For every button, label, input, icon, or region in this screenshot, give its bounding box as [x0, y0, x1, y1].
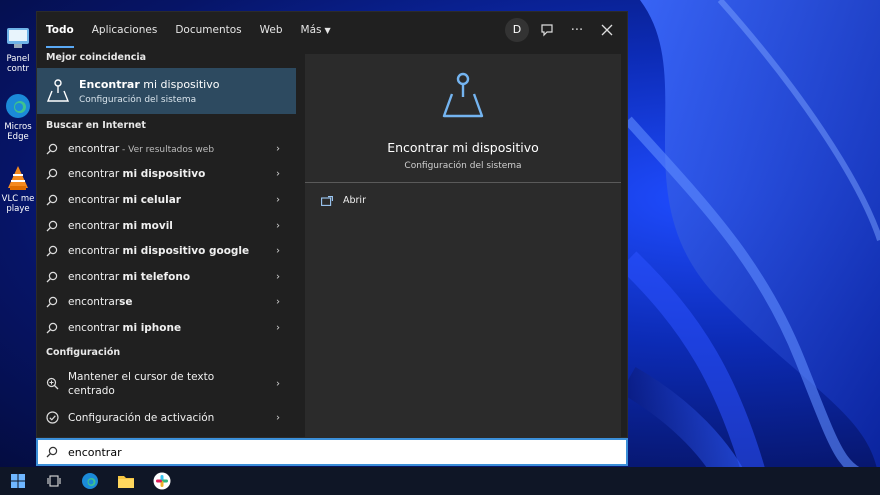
windows-start-icon[interactable] [0, 467, 36, 495]
tab-documentos[interactable]: Documentos [166, 12, 250, 48]
desktop-icon-edge[interactable]: Micros Edge [0, 92, 36, 142]
task-view-icon[interactable] [36, 467, 72, 495]
chevron-right-icon[interactable]: › [276, 169, 280, 180]
tab-mas[interactable]: Más ▼ [292, 12, 340, 48]
best-match-title: Encontrar mi dispositivo [79, 77, 220, 91]
find-device-icon [45, 78, 71, 104]
search-icon [46, 322, 60, 334]
settings-item-text: Configuración de activación [68, 411, 215, 424]
best-match-subtitle: Configuración del sistema [79, 94, 197, 105]
avatar[interactable]: D [505, 18, 529, 42]
web-result-item[interactable]: encontrar mi movil › [37, 213, 296, 239]
search-panel: Todo Aplicaciones Documentos Web Más ▼ D … [36, 11, 628, 439]
web-result-text: encontrarse [68, 296, 133, 309]
search-icon [46, 296, 60, 308]
desktop-icon-label: Panel contr [6, 54, 30, 74]
best-match-item[interactable]: Encontrar mi dispositivo Configuración d… [37, 68, 296, 114]
search-icon [46, 143, 60, 155]
top-actions: D ··· [505, 18, 619, 42]
magnifier-settings-icon [46, 377, 60, 390]
tab-aplicaciones[interactable]: Aplicaciones [83, 12, 167, 48]
chevron-down-icon: ▼ [324, 26, 331, 35]
chevron-right-icon[interactable]: › [276, 297, 280, 308]
results-list: Mejor coincidencia Encontrar mi disposit… [37, 48, 296, 439]
tab-label: Web [259, 24, 283, 36]
web-result-item[interactable]: encontrar mi telefono › [37, 264, 296, 290]
web-result-text: encontrar mi movil [68, 219, 173, 232]
search-icon [46, 271, 60, 283]
search-icon [46, 220, 60, 232]
preview-subtitle: Configuración del sistema [404, 161, 522, 171]
chevron-right-icon[interactable]: › [276, 322, 280, 333]
web-result-item[interactable]: encontrar mi dispositivo google › [37, 238, 296, 264]
close-icon[interactable] [595, 18, 619, 42]
chevron-right-icon[interactable]: › [276, 378, 280, 389]
desktop-icon-vlc[interactable]: VLC me playe [0, 164, 36, 214]
file-explorer-icon[interactable] [108, 467, 144, 495]
web-result-text: encontrar mi telefono [68, 270, 191, 283]
taskbar [0, 467, 880, 495]
control-panel-icon [4, 24, 32, 52]
edge-icon[interactable] [72, 467, 108, 495]
web-result-text: encontrar mi dispositivo google [68, 245, 250, 258]
web-result-item[interactable]: encontrar mi dispositivo › [37, 162, 296, 188]
web-result-item[interactable]: encontrar - Ver resultados web › [37, 136, 296, 162]
tab-label: Documentos [175, 24, 242, 36]
slack-icon[interactable] [144, 467, 180, 495]
search-input[interactable] [68, 445, 568, 459]
settings-item-text: Mantener el cursor de texto centrado [68, 370, 215, 397]
open-icon [321, 195, 333, 206]
section-header-config: Configuración [46, 346, 121, 358]
search-icon [46, 168, 60, 180]
chevron-right-icon[interactable]: › [276, 412, 280, 423]
open-label: Abrir [343, 195, 366, 206]
preview-title: Encontrar mi dispositivo [387, 140, 539, 155]
more-icon[interactable]: ··· [565, 18, 589, 42]
tab-label: Más [300, 24, 322, 36]
check-circle-icon [46, 411, 60, 424]
web-result-item[interactable]: encontrar mi iphone › [37, 315, 296, 341]
settings-item[interactable]: Mantener el cursor de texto centrado › [37, 363, 296, 405]
open-action[interactable]: Abrir [321, 195, 366, 206]
desktop-icon-control-panel[interactable]: Panel contr [0, 24, 36, 74]
chevron-right-icon[interactable]: › [276, 143, 280, 154]
preview-pane: Encontrar mi dispositivo Configuración d… [305, 54, 621, 439]
desktop-icon-label: VLC me playe [1, 194, 35, 214]
settings-item[interactable]: Configuración de activación › [37, 405, 296, 431]
web-result-text: encontrar mi celular [68, 193, 181, 206]
tab-todo[interactable]: Todo [37, 12, 83, 48]
web-result-text: encontrar mi iphone [68, 321, 182, 334]
search-bar[interactable] [36, 438, 628, 466]
feedback-icon[interactable] [535, 18, 559, 42]
chevron-right-icon[interactable]: › [276, 194, 280, 205]
edge-icon [4, 92, 32, 120]
tab-label: Todo [46, 24, 74, 36]
search-icon [46, 245, 60, 257]
section-header-internet: Buscar en Internet [46, 120, 146, 131]
chevron-right-icon[interactable]: › [276, 220, 280, 231]
tab-web[interactable]: Web [251, 12, 292, 48]
search-icon [46, 446, 60, 458]
web-result-item[interactable]: encontrar mi celular › [37, 187, 296, 213]
chevron-right-icon[interactable]: › [276, 271, 280, 282]
section-header-best-match: Mejor coincidencia [46, 52, 147, 63]
web-result-text: encontrar mi dispositivo [68, 168, 206, 181]
tab-label: Aplicaciones [91, 24, 158, 36]
divider [305, 182, 621, 183]
web-result-item[interactable]: encontrarse › [37, 290, 296, 316]
web-result-text: encontrar - Ver resultados web [68, 142, 215, 155]
chevron-right-icon[interactable]: › [276, 246, 280, 257]
find-device-icon [438, 70, 488, 120]
search-icon [46, 194, 60, 206]
vlc-icon [4, 164, 32, 192]
desktop-icon-label: Micros Edge [4, 122, 32, 142]
